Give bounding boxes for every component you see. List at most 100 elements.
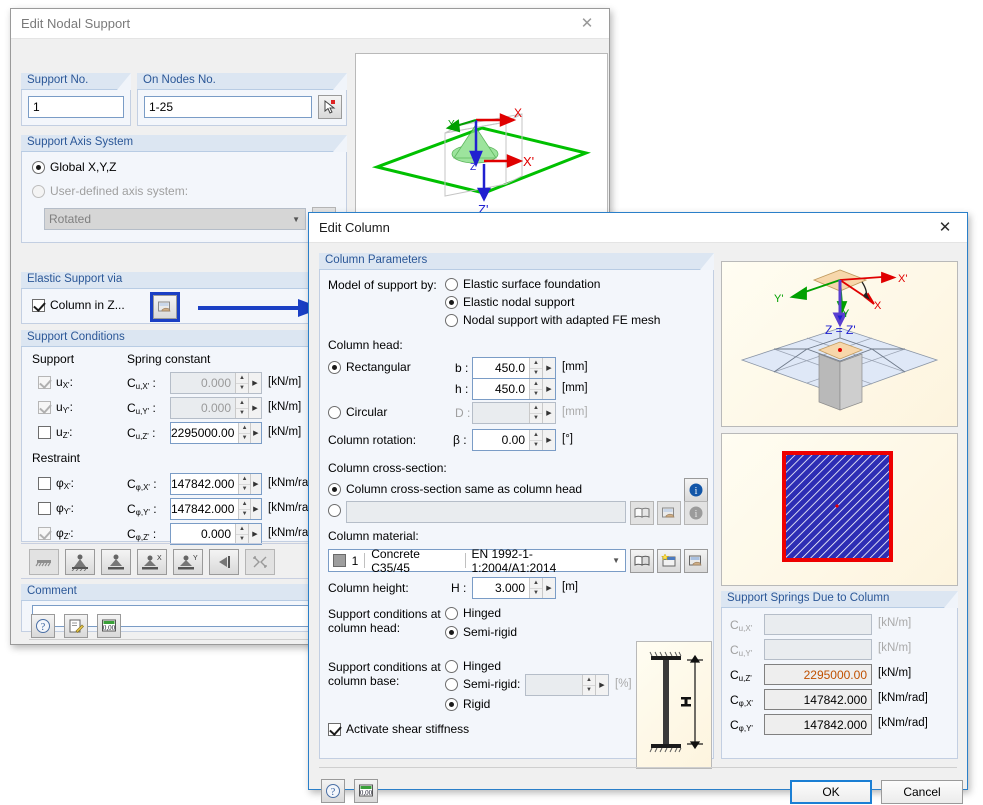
- spin-cphi-z[interactable]: 0.000 ▲▼ ▶: [170, 523, 262, 545]
- spin-cu-x[interactable]: 0.000 ▲▼ ▶: [170, 372, 262, 394]
- close-icon[interactable]: ✕: [565, 9, 609, 38]
- checkbox-phiz[interactable]: φZ':: [38, 526, 74, 541]
- checkbox-uz[interactable]: uZ':: [38, 425, 72, 440]
- units-icon[interactable]: 0,00: [97, 614, 121, 638]
- edit-note-icon[interactable]: [64, 614, 88, 638]
- radio-user-defined-axis[interactable]: User-defined axis system:: [32, 184, 188, 198]
- info-gray-icon[interactable]: i: [684, 501, 708, 525]
- edit-section-icon[interactable]: [657, 501, 681, 525]
- radio-circular[interactable]: Circular: [328, 405, 387, 419]
- spinner-more-icon[interactable]: ▶: [248, 398, 261, 418]
- spin-cphi-y[interactable]: 147842.000 ▲▼ ▶: [170, 498, 262, 520]
- cross-section-preview[interactable]: [721, 433, 958, 586]
- spinner-arrows[interactable]: ▲▼: [235, 524, 248, 544]
- cancel-button[interactable]: Cancel: [881, 780, 963, 804]
- radio-rectangular[interactable]: Rectangular: [328, 360, 411, 374]
- spinner-more-icon[interactable]: ▶: [542, 379, 555, 399]
- mirror-support-icon[interactable]: [209, 549, 239, 575]
- checkbox-phiy[interactable]: φY':: [38, 501, 74, 516]
- checkbox-box: [328, 723, 341, 736]
- spin-b[interactable]: 450.0 ▲▼ ▶: [472, 357, 556, 379]
- radio-cs-same-as-head[interactable]: Column cross-section same as column head: [328, 482, 582, 496]
- edit-material-icon[interactable]: [684, 549, 708, 573]
- ok-button[interactable]: OK: [790, 780, 872, 804]
- radio-elastic-surface-foundation[interactable]: Elastic surface foundation: [445, 277, 600, 291]
- spinner-arrows[interactable]: ▲▼: [529, 430, 542, 450]
- radio-base-semirigid[interactable]: Semi-rigid:: [445, 677, 520, 691]
- roller-y-support-icon[interactable]: Y: [173, 549, 203, 575]
- radio-nodal-support-adapted-fe[interactable]: Nodal support with adapted FE mesh: [445, 313, 660, 327]
- checkbox-ux[interactable]: uX':: [38, 375, 73, 390]
- radio-head-semirigid[interactable]: Semi-rigid: [445, 625, 517, 639]
- spinner-arrows[interactable]: ▲▼: [235, 398, 248, 418]
- spinner-more-icon[interactable]: ▶: [542, 403, 555, 423]
- spin-beta[interactable]: 0.00 ▲▼ ▶: [472, 429, 556, 451]
- column-3d-preview[interactable]: X' X Y' Y Z = Z': [721, 261, 958, 427]
- column-material-label: Column material:: [328, 529, 419, 543]
- nodal-support-preview[interactable]: X X' Y Z Z': [355, 53, 608, 225]
- spin-H[interactable]: 3.000 ▲▼ ▶: [472, 577, 556, 599]
- spinner-more-icon[interactable]: ▶: [248, 524, 261, 544]
- pick-node-icon[interactable]: [318, 95, 342, 119]
- spinner-arrows[interactable]: ▲▼: [238, 499, 249, 519]
- spinner-arrows[interactable]: ▲▼: [238, 423, 249, 443]
- checkbox-phiy-label: φY':: [56, 501, 74, 516]
- spinner-arrows[interactable]: ▲▼: [582, 675, 595, 695]
- edit-column-icon[interactable]: [153, 295, 177, 319]
- library-icon[interactable]: [630, 501, 654, 525]
- library-icon[interactable]: [630, 549, 654, 573]
- edit-column-titlebar[interactable]: Edit Column ✕: [309, 213, 967, 243]
- spinner-more-icon[interactable]: ▶: [250, 423, 261, 443]
- on-nodes-input[interactable]: [144, 96, 312, 118]
- spinner-arrows[interactable]: ▲▼: [235, 373, 248, 393]
- spinner-arrows[interactable]: ▲▼: [238, 474, 249, 494]
- spinner-more-icon[interactable]: ▶: [595, 675, 608, 695]
- radio-base-rigid[interactable]: Rigid: [445, 697, 490, 711]
- radio-head-hinged[interactable]: Hinged: [445, 606, 501, 620]
- spinner-more-icon[interactable]: ▶: [248, 373, 261, 393]
- cs-custom-input[interactable]: [346, 501, 626, 523]
- rotated-combo[interactable]: Rotated ▼: [44, 208, 306, 230]
- info-blue-icon[interactable]: i: [684, 478, 708, 502]
- units-icon[interactable]: 0,00: [354, 779, 378, 803]
- new-material-icon[interactable]: [657, 549, 681, 573]
- support-no-input[interactable]: [28, 96, 124, 118]
- b-label: b :: [455, 361, 468, 375]
- fixed-support-icon[interactable]: [29, 549, 59, 575]
- radio-global-axis[interactable]: Global X,Y,Z: [32, 160, 116, 174]
- spinner-arrows[interactable]: ▲▼: [529, 578, 542, 598]
- hinged-support-icon[interactable]: [65, 549, 95, 575]
- spin-cu-z[interactable]: 2295000.00 ▲▼ ▶: [170, 422, 262, 444]
- column-material-combo[interactable]: 1 Concrete C35/45 EN 1992-1-1:2004/A1:20…: [328, 549, 626, 572]
- spin-cu-y[interactable]: 0.000 ▲▼ ▶: [170, 397, 262, 419]
- spin-base-semirigid[interactable]: ▲▼ ▶: [525, 674, 609, 696]
- help-icon[interactable]: ?: [321, 779, 345, 803]
- radio-head-hinged-label: Hinged: [463, 606, 501, 620]
- radio-elastic-nodal-support[interactable]: Elastic nodal support: [445, 295, 574, 309]
- spinner-arrows[interactable]: ▲▼: [529, 379, 542, 399]
- spinner-more-icon[interactable]: ▶: [542, 578, 555, 598]
- spin-d[interactable]: ▲▼ ▶: [472, 402, 556, 424]
- radio-cs-custom[interactable]: [328, 504, 346, 517]
- checkbox-activate-shear-stiffness[interactable]: Activate shear stiffness: [328, 722, 469, 736]
- symbol-cu-x: Cu,X' :: [127, 376, 156, 391]
- free-support-icon[interactable]: [245, 549, 275, 575]
- roller-x-support-icon[interactable]: X: [137, 549, 167, 575]
- checkbox-column-in-z[interactable]: Column in Z...: [32, 298, 125, 312]
- spinner-more-icon[interactable]: ▶: [542, 358, 555, 378]
- symbol-cu-y: Cu,Y' :: [127, 401, 156, 416]
- spinner-more-icon[interactable]: ▶: [542, 430, 555, 450]
- radio-base-hinged[interactable]: Hinged: [445, 659, 501, 673]
- spinner-arrows[interactable]: ▲▼: [529, 403, 542, 423]
- roller-support-icon[interactable]: [101, 549, 131, 575]
- checkbox-phix[interactable]: φX':: [38, 476, 74, 491]
- help-icon[interactable]: ?: [31, 614, 55, 638]
- spinner-arrows[interactable]: ▲▼: [529, 358, 542, 378]
- spinner-more-icon[interactable]: ▶: [250, 499, 261, 519]
- spin-cphi-x[interactable]: 147842.000 ▲▼ ▶: [170, 473, 262, 495]
- spin-h[interactable]: 450.0 ▲▼ ▶: [472, 378, 556, 400]
- nodal-support-titlebar[interactable]: Edit Nodal Support ✕: [11, 9, 609, 39]
- checkbox-uy[interactable]: uY':: [38, 400, 73, 415]
- spinner-more-icon[interactable]: ▶: [250, 474, 261, 494]
- close-icon[interactable]: ✕: [923, 213, 967, 242]
